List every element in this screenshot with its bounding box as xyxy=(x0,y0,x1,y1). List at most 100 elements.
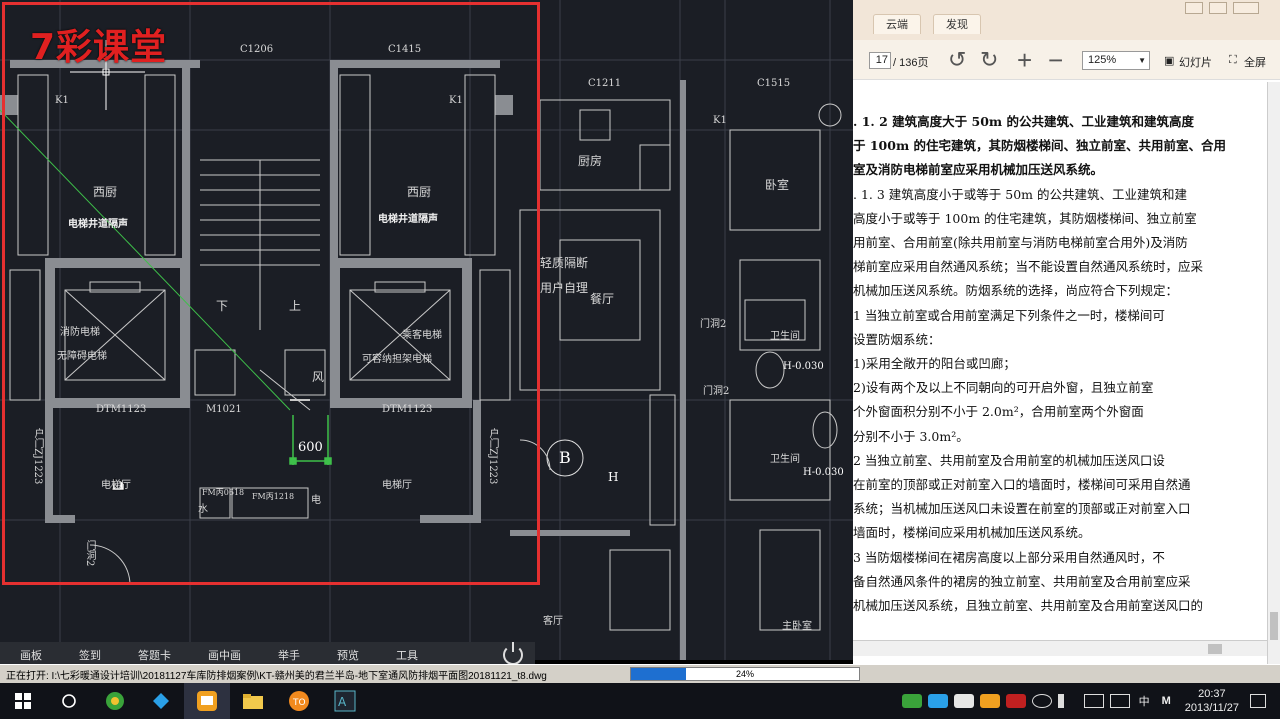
fullscreen-button[interactable]: 全屏 xyxy=(1244,54,1266,70)
close-icon[interactable] xyxy=(1233,2,1259,14)
tool-answer-card[interactable]: 答题卡 xyxy=(118,647,188,663)
tab-cloud[interactable]: 云端 xyxy=(873,14,921,34)
brand-logo: 7彩课堂 xyxy=(30,27,168,68)
rotate-right-icon[interactable]: ↻ xyxy=(980,48,998,72)
reader-toolbar: 17 / 136页 ↺ ↻ + − 125% ▣ 幻灯片 ⛶ 全屏 xyxy=(853,40,1280,80)
k1-label: K1 xyxy=(449,95,463,106)
room-label: 卫生间 xyxy=(770,331,800,342)
tray-app-icon[interactable] xyxy=(1005,694,1026,708)
maximize-icon[interactable] xyxy=(1209,2,1227,14)
elevator-label: 乘客电梯 xyxy=(402,330,442,341)
tool-sign-in[interactable]: 签到 xyxy=(59,647,118,663)
room-label: 客厅 xyxy=(543,616,563,627)
power-icon[interactable] xyxy=(503,642,523,665)
scroll-thumb[interactable] xyxy=(1270,612,1278,640)
fire-door-label: FM丙1218 xyxy=(252,492,295,501)
note-label: 电梯井道隔声 xyxy=(68,219,128,230)
tool-drawing-board[interactable]: 画板 xyxy=(0,647,59,663)
slideshow-button[interactable]: 幻灯片 xyxy=(1179,54,1212,70)
pdf-text-line: 备自然通风条件的裙房的独立前室、共用前室及合用前室应采 xyxy=(853,573,1191,589)
screen: C1206 C1415 C1211 C1515 K1 K1 K1 西厨 西厨 电… xyxy=(0,0,1280,719)
start-button[interactable] xyxy=(0,683,46,719)
ime-mode[interactable]: M xyxy=(1156,695,1177,707)
search-button[interactable] xyxy=(46,683,92,719)
door-label: 门洞2 xyxy=(700,319,727,330)
pdf-text-line: 2 当独立前室、共用前室及合用前室的机械加压送风口设 xyxy=(853,452,1165,468)
tray-app-icon[interactable] xyxy=(979,694,1000,708)
classroom-icon xyxy=(197,691,217,711)
system-tray: 中 M 20:37 2013/11/27 xyxy=(899,683,1280,719)
tool-raise-hand[interactable]: 举手 xyxy=(258,647,317,663)
pdf-text-line: 用前室、合用前室(除共用前室与消防电梯前室合用外)及消防 xyxy=(853,235,1188,251)
taskbar-folder[interactable] xyxy=(230,683,276,719)
note-label: 轻质隔断 xyxy=(540,256,589,270)
door-label: DTM1123 xyxy=(96,404,147,415)
pdf-text-line: 个外窗面积分别不小于 2.0m²，合用前室两个外窗面 xyxy=(853,404,1144,420)
taskbar-app-blue[interactable] xyxy=(138,683,184,719)
status-text: 正在打开: I:\七彩暖通设计培训\20181127车库防排烟案例\KT-赣州美… xyxy=(6,670,547,682)
open-progress-bar: 24% xyxy=(630,667,860,681)
vertical-scrollbar[interactable] xyxy=(1267,82,1280,664)
folder-icon xyxy=(243,694,263,709)
pdf-text-line: 1)采用全敞开的阳台或凹廊； xyxy=(853,356,1016,372)
stair-up-label: 上 xyxy=(289,299,302,313)
notification-icon[interactable] xyxy=(1250,694,1266,708)
minimize-icon[interactable] xyxy=(1185,2,1203,14)
scroll-thumb[interactable] xyxy=(1208,644,1222,654)
door-label: 户门ZJ1223 xyxy=(32,428,43,485)
message-icon[interactable] xyxy=(1083,694,1104,708)
note-label: 电梯井道隔声 xyxy=(378,214,438,225)
ime-indicator[interactable]: 中 xyxy=(1133,693,1156,709)
room-label: 厨房 xyxy=(578,154,603,168)
pdf-text-line: 机械加压送风系统。防烟系统的选择，尚应符合下列规定： xyxy=(853,283,1179,299)
clock[interactable]: 20:37 2013/11/27 xyxy=(1177,687,1247,715)
taskbar-tour[interactable]: TO xyxy=(276,683,322,719)
zoom-in-icon[interactable]: + xyxy=(1017,47,1032,73)
door-label: 门洞2 xyxy=(703,386,730,397)
volume-icon[interactable] xyxy=(1057,694,1078,708)
keyboard-icon[interactable] xyxy=(1109,694,1130,708)
taskbar-editor[interactable]: A xyxy=(322,683,368,719)
pdf-text-line: 于 100m 的住宅建筑，其防烟楼梯间、独立前室、共用前室、合用 xyxy=(853,138,1227,154)
taskbar-browser[interactable] xyxy=(92,683,138,719)
network-icon[interactable] xyxy=(1031,694,1052,708)
room-label: 餐厅 xyxy=(590,292,615,306)
slideshow-icon[interactable]: ▣ xyxy=(1164,54,1174,67)
fire-door-label: FM丙0618 xyxy=(202,488,245,497)
door-label: 户门ZJ1223 xyxy=(487,428,498,485)
rotate-left-icon[interactable]: ↺ xyxy=(948,48,966,72)
horizontal-scrollbar[interactable] xyxy=(853,640,1267,656)
note-label: 用户自理 xyxy=(540,281,589,295)
page-total: / 136页 xyxy=(893,57,929,69)
pdf-text-line: 设置防烟系统： xyxy=(853,331,941,347)
zoom-select[interactable]: 125% xyxy=(1082,51,1150,70)
pdf-text-line: . 1. 3 建筑高度小于或等于 50m 的公共建筑、工业建筑和建 xyxy=(853,186,1187,202)
svg-text:TO: TO xyxy=(292,698,306,708)
tab-discover[interactable]: 发现 xyxy=(933,14,981,34)
start-icon xyxy=(15,693,31,709)
tray-app-icon[interactable] xyxy=(901,694,922,708)
tool-picture-in-picture[interactable]: 画中画 xyxy=(188,647,258,663)
door-label: 门洞2 xyxy=(84,540,95,567)
page-number-input[interactable]: 17 xyxy=(869,52,891,69)
cad-canvas[interactable]: C1206 C1415 C1211 C1515 K1 K1 K1 西厨 西厨 电… xyxy=(0,0,853,660)
door-label: M1021 xyxy=(206,404,242,415)
elevator-label: 无障碍电梯 xyxy=(57,351,107,362)
fullscreen-icon[interactable]: ⛶ xyxy=(1229,54,1237,67)
browser-icon xyxy=(106,692,124,710)
tool-tools[interactable]: 工具 xyxy=(376,647,435,663)
taskbar-classroom[interactable] xyxy=(184,683,230,719)
tray-app-icon[interactable] xyxy=(953,694,974,708)
pdf-text-line: 分别不小于 3.0m²。 xyxy=(853,428,969,444)
tray-app-icon[interactable] xyxy=(927,694,948,708)
zoom-out-icon[interactable]: − xyxy=(1048,47,1063,73)
pdf-text-line: 高度小于或等于 100m 的住宅建筑，其防烟楼梯间、独立前室 xyxy=(853,210,1197,226)
tool-preview[interactable]: 预览 xyxy=(317,647,376,663)
pdf-text-line: 系统；当机械加压送风口未设置在前室的顶部或正对前室入口 xyxy=(853,501,1191,517)
pdf-text-line: 1 当独立前室或合用前室满足下列条件之一时，楼梯间可 xyxy=(853,307,1165,323)
progress-label: 24% xyxy=(735,669,754,679)
pdf-text-line: 梯前室应采用自然通风系统；当不能设置自然通风系统时，应采 xyxy=(853,259,1204,275)
window-label: C1211 xyxy=(588,78,622,89)
pdf-text-line: 在前室的顶部或正对前室入口的墙面时，楼梯间可采用自然通 xyxy=(853,477,1191,493)
svg-text:A: A xyxy=(338,695,347,709)
